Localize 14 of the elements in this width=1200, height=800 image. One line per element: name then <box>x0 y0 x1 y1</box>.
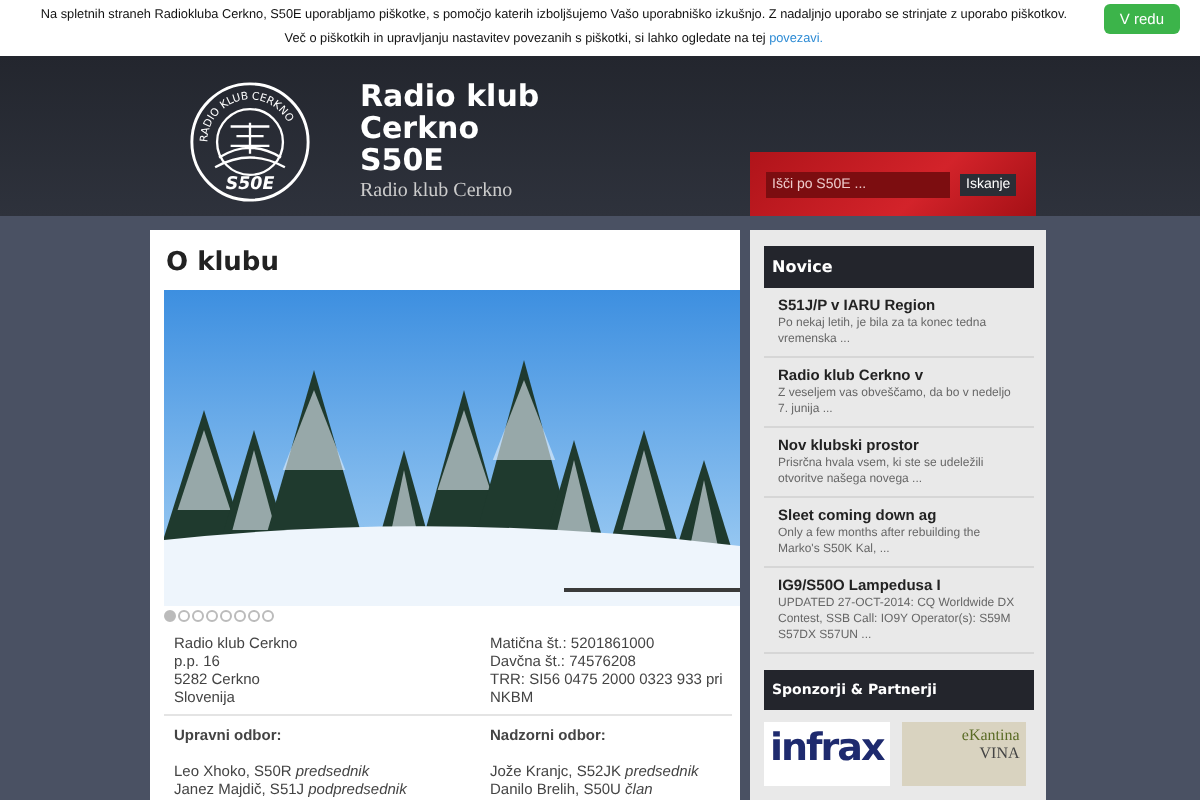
slide-indicator[interactable] <box>220 610 232 622</box>
site-title[interactable]: Radio klub Cerkno S50E <box>360 80 540 176</box>
news-heading: Novice <box>764 246 1034 288</box>
slide-indicator[interactable] <box>164 610 176 622</box>
page-heading: O klubu <box>166 248 281 278</box>
sponsor-logo[interactable]: infrax <box>764 722 890 786</box>
site-tagline: Radio klub Cerkno <box>360 180 515 202</box>
slide-indicator[interactable] <box>192 610 204 622</box>
slide-indicator[interactable] <box>262 610 274 622</box>
slide-indicator[interactable] <box>248 610 260 622</box>
sponsor-logo[interactable]: eKantina VINA <box>901 722 1026 786</box>
slide-indicator[interactable] <box>234 610 246 622</box>
slide-indicator[interactable] <box>206 610 218 622</box>
slide-indicator[interactable] <box>178 610 190 622</box>
